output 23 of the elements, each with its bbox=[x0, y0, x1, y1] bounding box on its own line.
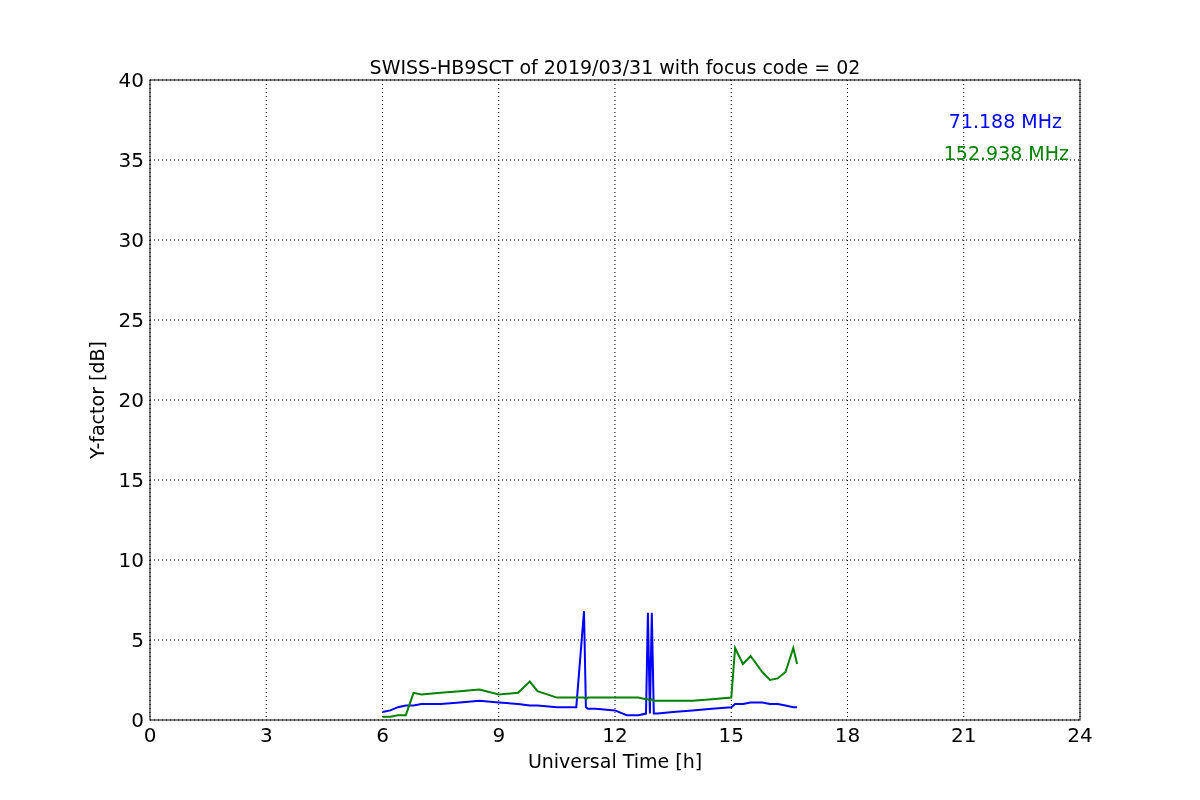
x-tick-label: 9 bbox=[492, 723, 506, 747]
x-tick-label: 21 bbox=[951, 723, 977, 747]
y-tick-label: 10 bbox=[118, 548, 144, 572]
x-tick-label: 6 bbox=[376, 723, 389, 747]
y-tick-label: 15 bbox=[118, 468, 144, 492]
y-tick-label: 30 bbox=[118, 228, 144, 252]
y-tick-label: 25 bbox=[118, 308, 144, 332]
x-tick-label: 18 bbox=[834, 723, 861, 747]
y-tick-label: 0 bbox=[131, 708, 144, 732]
x-tick-label: 15 bbox=[718, 723, 744, 747]
chart-title: SWISS-HB9SCT of 2019/03/31 with focus code = 02 bbox=[369, 56, 861, 78]
y-tick-label: 20 bbox=[118, 388, 144, 412]
x-axis-label: Universal Time [h] bbox=[527, 750, 703, 772]
legend-label: 152.938 MHz bbox=[943, 142, 1069, 164]
y-tick-label: 35 bbox=[118, 148, 144, 172]
y-axis-label: Y-factor [dB] bbox=[86, 341, 108, 459]
x-tick-label: 12 bbox=[602, 723, 628, 747]
x-tick-label: 3 bbox=[259, 723, 273, 747]
x-tick-label: 0 bbox=[143, 723, 157, 747]
y-tick-label: 40 bbox=[118, 68, 144, 92]
legend-label: 71.188 MHz bbox=[948, 110, 1062, 132]
x-tick-label: 24 bbox=[1067, 723, 1093, 747]
y-tick-label: 5 bbox=[131, 628, 144, 652]
